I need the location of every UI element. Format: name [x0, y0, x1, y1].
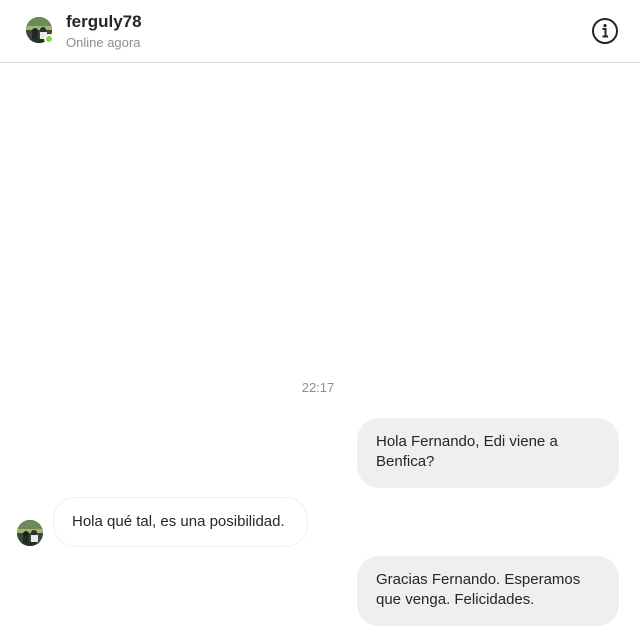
sender-avatar[interactable]	[17, 520, 43, 546]
chat-username[interactable]: ferguly78	[66, 12, 142, 32]
online-status-indicator	[44, 34, 54, 44]
chat-header: ferguly78 Online agora	[0, 0, 640, 63]
header-avatar[interactable]	[26, 17, 54, 44]
info-circle-icon	[592, 18, 618, 44]
online-status-text: Online agora	[66, 35, 141, 50]
info-button[interactable]	[591, 17, 619, 45]
outgoing-message[interactable]: Gracias Fernando. Esperamos que venga. F…	[357, 556, 619, 626]
avatar-photo-icon	[17, 520, 43, 546]
outgoing-message[interactable]: Hola Fernando, Edi viene a Benfica?	[357, 418, 619, 488]
chat-window: ferguly78 Online agora 22:17 Hola Fernan…	[0, 0, 640, 631]
message-timestamp: 22:17	[301, 380, 335, 395]
incoming-message[interactable]: Hola qué tal, es una posibilidad.	[53, 497, 308, 547]
